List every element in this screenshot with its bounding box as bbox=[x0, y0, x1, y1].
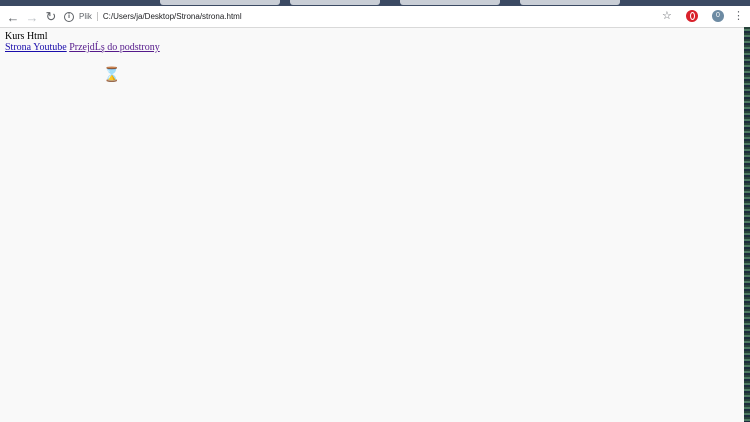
subpage-link[interactable]: PrzejdĹş do podstrony bbox=[69, 42, 160, 53]
browser-toolbar: ← → ↻ i Plik C:/Users/ja/Desktop/Strona/… bbox=[0, 6, 750, 28]
back-arrow-icon[interactable]: ← bbox=[5, 9, 21, 25]
address-bar[interactable]: i Plik C:/Users/ja/Desktop/Strona/strona… bbox=[64, 8, 652, 25]
page-heading: Kurs Html bbox=[5, 31, 48, 42]
reload-icon[interactable]: ↻ bbox=[43, 9, 59, 25]
youtube-link[interactable]: Strona Youtube bbox=[5, 42, 67, 53]
opera-icon[interactable] bbox=[686, 10, 698, 22]
browser-tab[interactable] bbox=[400, 0, 500, 5]
link-row: Strona Youtube PrzejdĹş do podstrony bbox=[5, 42, 160, 53]
address-prefix: Plik bbox=[79, 12, 92, 21]
address-separator bbox=[96, 12, 98, 21]
page-content: Kurs Html Strona Youtube PrzejdĹş do pod… bbox=[5, 31, 160, 53]
url-text[interactable]: C:/Users/ja/Desktop/Strona/strona.html bbox=[103, 12, 242, 21]
hourglass-cursor-icon: ⌛ bbox=[103, 67, 121, 83]
avatar[interactable]: 0 bbox=[712, 10, 724, 22]
browser-tab[interactable] bbox=[290, 0, 380, 5]
menu-icon[interactable]: ⋮ bbox=[733, 9, 744, 23]
browser-tab[interactable] bbox=[520, 0, 620, 5]
info-icon[interactable]: i bbox=[64, 11, 74, 22]
forward-arrow-icon[interactable]: → bbox=[24, 9, 40, 25]
screen-edge-artifact bbox=[744, 27, 750, 422]
star-icon[interactable]: ☆ bbox=[662, 9, 672, 22]
browser-tab[interactable] bbox=[160, 0, 280, 5]
